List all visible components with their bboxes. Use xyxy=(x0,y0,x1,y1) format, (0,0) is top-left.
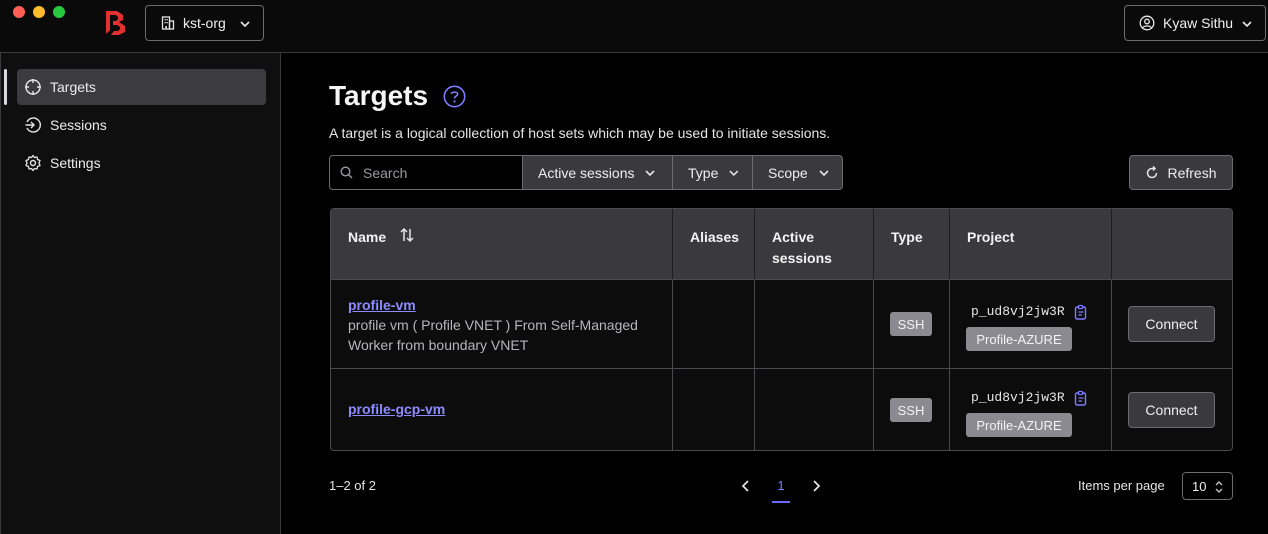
copy-icon[interactable] xyxy=(1073,390,1089,406)
filter-label: Scope xyxy=(768,164,808,181)
sidebar: Targets Sessions Settings xyxy=(0,53,281,534)
filter-bar: Active sessions Type Scope xyxy=(329,155,843,190)
name-cell: profile-vm profile vm ( Profile VNET ) F… xyxy=(331,280,673,368)
column-header-type: Type xyxy=(874,209,950,279)
project-badge: Profile-AZURE xyxy=(966,327,1072,351)
sidebar-item-targets[interactable]: Targets xyxy=(17,69,266,105)
project-cell xyxy=(950,280,1112,368)
close-window-button[interactable] xyxy=(13,6,25,18)
aliases-cell xyxy=(673,280,755,368)
chevron-down-icon xyxy=(729,170,739,176)
sidebar-item-label: Targets xyxy=(50,79,96,95)
sidebar-item-label: Settings xyxy=(50,155,101,171)
type-filter[interactable]: Type xyxy=(673,155,753,190)
project-badge: Profile-AZURE xyxy=(966,413,1072,437)
table-header: Name Aliases Active sessions Type Projec… xyxy=(331,209,1232,279)
active-indicator xyxy=(4,69,7,105)
scope-filter[interactable]: Scope xyxy=(753,155,843,190)
building-icon xyxy=(161,16,175,30)
page-number[interactable]: 1 xyxy=(772,475,790,503)
project-id: p_ud8vj2jw3R xyxy=(971,390,1065,405)
table-row: profile-vm profile vm ( Profile VNET ) F… xyxy=(331,279,1232,368)
title-bar: kst-org Kyaw Sithu xyxy=(0,0,1268,53)
search-input[interactable] xyxy=(363,164,513,181)
refresh-button[interactable]: Refresh xyxy=(1129,155,1233,190)
project-id: p_ud8vj2jw3R xyxy=(971,304,1065,319)
user-name: Kyaw Sithu xyxy=(1163,15,1234,31)
user-menu[interactable]: Kyaw Sithu xyxy=(1124,5,1266,41)
minimize-window-button[interactable] xyxy=(33,6,45,18)
page-subtitle: A target is a logical collection of host… xyxy=(329,125,831,141)
chevron-down-icon xyxy=(645,169,656,176)
boundary-logo-icon xyxy=(106,11,125,35)
search-icon xyxy=(340,166,353,179)
crosshair-icon xyxy=(25,79,41,95)
active-sessions-filter[interactable]: Active sessions xyxy=(523,155,673,190)
target-name-link[interactable]: profile-vm xyxy=(348,297,416,313)
user-icon xyxy=(1139,15,1155,31)
column-label: Type xyxy=(891,229,923,245)
sidebar-item-settings[interactable]: Settings xyxy=(17,145,266,181)
pagination-range: 1–2 of 2 xyxy=(329,478,376,493)
chevron-down-icon xyxy=(819,169,829,176)
filter-label: Active sessions xyxy=(538,164,635,181)
type-badge: SSH xyxy=(890,398,932,422)
session-icon xyxy=(25,117,42,133)
refresh-label: Refresh xyxy=(1167,164,1217,181)
sidebar-item-label: Sessions xyxy=(50,117,107,133)
chevron-right-icon[interactable] xyxy=(809,478,823,494)
column-header-active-sessions: Active sessions xyxy=(755,209,874,279)
connect-button[interactable]: Connect xyxy=(1128,306,1215,342)
column-label: Aliases xyxy=(690,229,740,245)
page-title: Targets xyxy=(329,80,429,111)
column-label: Project xyxy=(967,229,1015,245)
target-description: profile vm ( Profile VNET ) From Self-Ma… xyxy=(348,317,638,353)
items-per-page-select[interactable]: 10 xyxy=(1182,472,1233,500)
aliases-cell xyxy=(673,369,755,450)
column-header-project: Project xyxy=(950,209,1112,279)
column-label: Active sessions xyxy=(772,229,832,266)
table-row: profile-gcp-vm xyxy=(331,368,1232,450)
chevron-down-icon xyxy=(240,21,250,28)
chevron-left-icon[interactable] xyxy=(739,478,753,494)
chevron-up-down-icon xyxy=(1215,481,1223,493)
filter-label: Type xyxy=(688,164,719,181)
column-header-actions xyxy=(1112,209,1232,279)
column-header-aliases: Aliases xyxy=(673,209,755,279)
search-field[interactable] xyxy=(329,155,523,190)
org-selector[interactable]: kst-org xyxy=(145,5,264,41)
column-header-name[interactable]: Name xyxy=(331,209,673,279)
sort-icon[interactable] xyxy=(399,227,415,243)
type-badge: SSH xyxy=(890,312,932,336)
targets-table: Name Aliases Active sessions Type Projec… xyxy=(330,208,1233,451)
connect-button[interactable]: Connect xyxy=(1128,392,1215,428)
chevron-down-icon xyxy=(1242,21,1252,28)
project-cell xyxy=(950,369,1112,450)
copy-icon[interactable] xyxy=(1073,304,1089,320)
gear-icon xyxy=(25,154,41,172)
help-icon[interactable] xyxy=(443,85,466,108)
items-per-page-value: 10 xyxy=(1192,478,1207,494)
name-cell: profile-gcp-vm xyxy=(331,369,673,450)
maximize-window-button[interactable] xyxy=(53,6,65,18)
active-sessions-cell xyxy=(755,369,874,450)
target-name-link[interactable]: profile-gcp-vm xyxy=(348,401,445,417)
sidebar-item-sessions[interactable]: Sessions xyxy=(17,107,266,143)
active-sessions-cell xyxy=(755,280,874,368)
items-per-page-label: Items per page xyxy=(1078,478,1165,493)
refresh-icon xyxy=(1147,165,1158,178)
column-label: Name xyxy=(348,229,387,245)
org-name: kst-org xyxy=(183,15,226,31)
